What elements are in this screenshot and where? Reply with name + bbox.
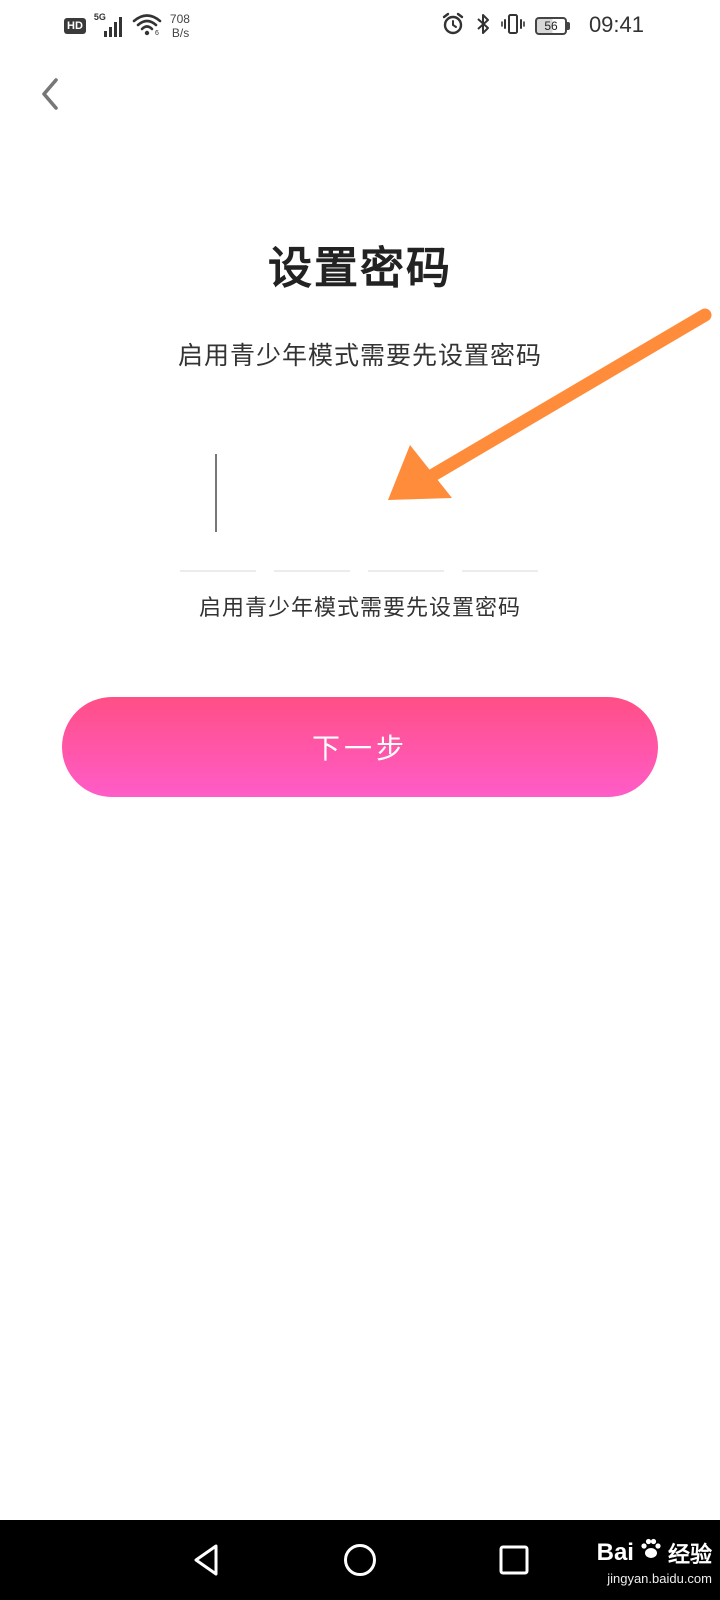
status-right: 56 bbox=[441, 10, 570, 42]
pin-digit-2[interactable] bbox=[274, 440, 350, 572]
battery-tip bbox=[567, 22, 570, 30]
pin-digit-3[interactable] bbox=[368, 440, 444, 572]
chevron-left-icon bbox=[42, 78, 58, 110]
square-recents-icon bbox=[499, 1545, 529, 1575]
pin-underline bbox=[368, 570, 444, 572]
status-left: HD 5G 6 708 B/s bbox=[64, 10, 190, 42]
bluetooth-icon bbox=[475, 12, 491, 40]
battery-level: 56 bbox=[535, 17, 567, 35]
next-button[interactable]: 下一步 bbox=[62, 697, 658, 797]
pin-digit-1[interactable] bbox=[180, 440, 256, 572]
hd-badge: HD bbox=[64, 18, 86, 34]
watermark-brand-suffix: 经验 bbox=[667, 1542, 712, 1568]
pin-input[interactable] bbox=[180, 440, 540, 572]
network-speed: 708 B/s bbox=[170, 12, 190, 40]
circle-home-icon bbox=[344, 1544, 376, 1576]
back-button[interactable] bbox=[28, 72, 72, 116]
pin-digit-4[interactable] bbox=[462, 440, 538, 572]
nav-recents-button[interactable] bbox=[494, 1540, 534, 1580]
pin-hint: 启用青少年模式需要先设置密码 bbox=[198, 596, 521, 621]
system-nav-bar: Bai 经验 jingyan.baidu.com bbox=[0, 1520, 720, 1600]
baidu-watermark: Bai 经验 jingyan.baidu.com bbox=[597, 1536, 712, 1587]
status-clock: 09:41 bbox=[588, 12, 644, 37]
network-speed-unit: B/s bbox=[171, 26, 190, 40]
svg-text:6: 6 bbox=[155, 30, 159, 36]
alarm-icon bbox=[441, 12, 465, 40]
page-title: 设置密码 bbox=[268, 243, 452, 294]
network-speed-value: 708 bbox=[169, 12, 190, 26]
watermark-brand: Bai 经验 bbox=[597, 1536, 712, 1569]
battery-indicator: 56 bbox=[535, 17, 570, 35]
watermark-url: jingyan.baidu.com bbox=[607, 1571, 712, 1586]
cellular-signal-icon: 5G bbox=[94, 12, 124, 38]
status-bar: HD 5G 6 708 B/s 56 09:41 bbox=[0, 0, 720, 50]
watermark-brand-text: Bai bbox=[596, 1538, 634, 1566]
pin-underline bbox=[180, 570, 256, 572]
wifi-icon: 6 bbox=[132, 12, 162, 40]
text-caret bbox=[215, 454, 217, 532]
pin-underline bbox=[462, 570, 538, 572]
triangle-back-icon bbox=[194, 1544, 218, 1576]
pin-underline bbox=[274, 570, 350, 572]
nav-back-button[interactable] bbox=[186, 1540, 226, 1580]
nav-home-button[interactable] bbox=[340, 1540, 380, 1580]
paw-icon bbox=[638, 1536, 664, 1569]
vibrate-icon bbox=[501, 12, 525, 40]
